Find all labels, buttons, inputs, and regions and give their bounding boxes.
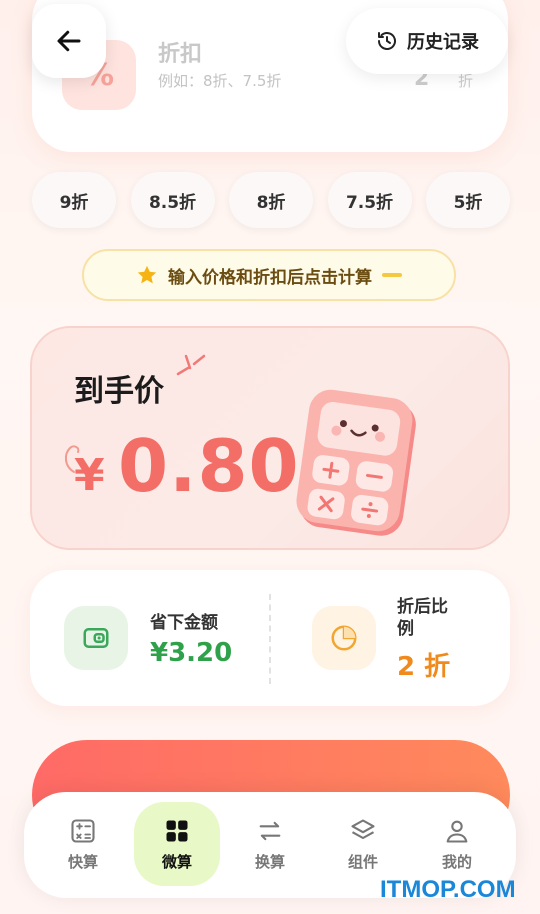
nav-item-widgets[interactable]: 组件 <box>320 802 406 886</box>
chip-9[interactable]: 9折 <box>32 172 116 228</box>
hint-dash <box>382 273 402 277</box>
nav-label: 组件 <box>347 852 378 871</box>
user-icon <box>446 820 468 843</box>
stats-divider <box>269 594 271 684</box>
arrow-left-icon <box>57 30 81 52</box>
hint-banner: 输入价格和折扣后点击计算 <box>82 249 456 301</box>
nav-label: 我的 <box>441 852 472 871</box>
ratio-label: 折后比例 <box>397 597 448 639</box>
chip-7-5[interactable]: 7.5折 <box>327 172 412 228</box>
hint-text: 输入价格和折扣后点击计算 <box>168 267 372 288</box>
currency-symbol: ¥ <box>74 450 105 501</box>
layers-icon <box>351 818 375 839</box>
calculator-icon <box>71 818 95 843</box>
saved-label: 省下金额 <box>150 613 218 633</box>
sparkle-deco <box>176 354 206 376</box>
ratio-value: 2 折 <box>397 652 451 682</box>
discount-placeholder: 例如：8折、7.5折 <box>158 72 282 90</box>
swap-icon <box>259 821 281 840</box>
discount-chips: 9折 8.5折 8折 7.5折 5折 <box>32 172 510 228</box>
chip-5[interactable]: 5折 <box>426 172 510 228</box>
grid-icon <box>166 820 188 841</box>
nav-item-micro-calc[interactable]: 微算 <box>134 802 220 886</box>
nav-item-me[interactable]: 我的 <box>414 802 500 886</box>
nav-label: 微算 <box>161 852 192 871</box>
pie-chart-icon <box>312 606 376 670</box>
history-button[interactable]: 历史记录 <box>346 8 508 74</box>
result-title: 到手价 <box>74 374 164 409</box>
nav-item-quick-calc[interactable]: 快算 <box>40 802 126 886</box>
nav-label: 快算 <box>67 852 98 871</box>
nav-label: 换算 <box>254 852 285 871</box>
chip-8[interactable]: 8折 <box>229 172 313 228</box>
calculator-illustration <box>296 389 416 536</box>
final-price: 0.80 <box>118 424 300 508</box>
wallet-icon <box>64 606 128 670</box>
nav-item-convert[interactable]: 换算 <box>227 802 313 886</box>
star-icon <box>137 265 157 284</box>
watermark: ITMOP.COM <box>380 876 516 903</box>
back-button[interactable] <box>32 4 106 78</box>
discount-label: 折扣 <box>158 42 203 67</box>
history-icon <box>378 32 396 50</box>
saved-value: ¥3.20 <box>150 638 233 668</box>
history-label: 历史记录 <box>407 32 479 53</box>
chip-8-5[interactable]: 8.5折 <box>130 172 215 228</box>
